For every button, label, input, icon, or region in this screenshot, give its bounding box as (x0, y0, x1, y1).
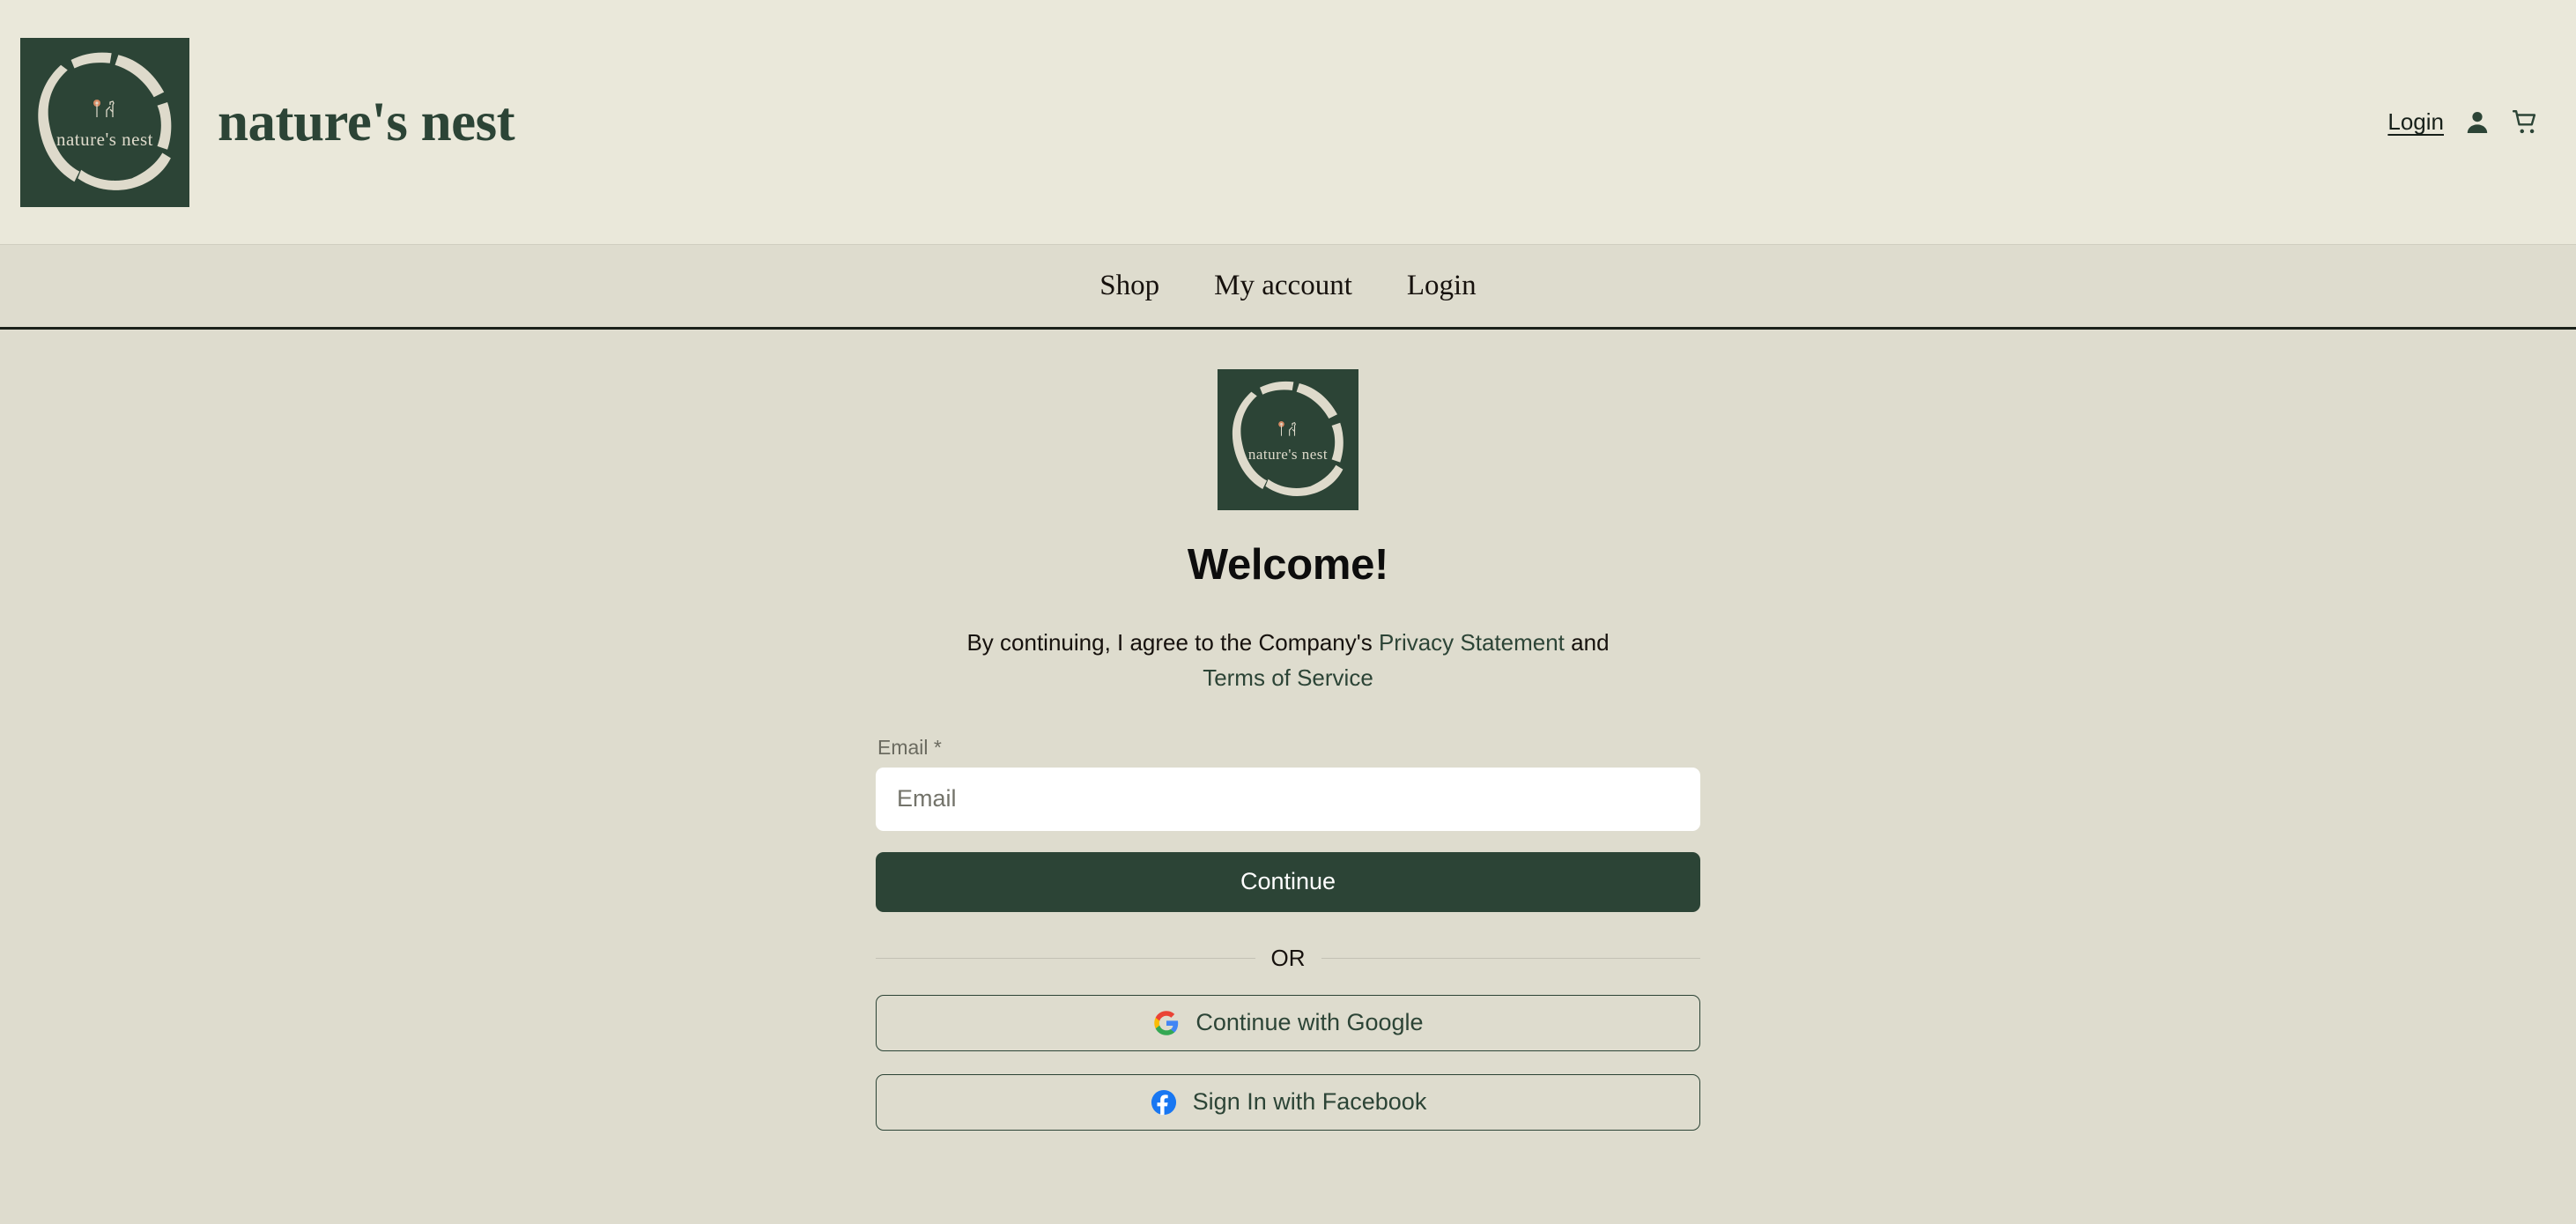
sign-in-with-facebook-button[interactable]: Sign In with Facebook (876, 1073, 1700, 1131)
header-login-link[interactable]: Login (2387, 108, 2444, 136)
facebook-f-icon (1150, 1088, 1178, 1116)
person-icon[interactable] (2463, 108, 2491, 137)
facebook-button-label: Sign In with Facebook (1192, 1088, 1427, 1116)
google-g-icon (1152, 1009, 1181, 1037)
divider-line-right (1321, 957, 1700, 959)
legal-prefix: By continuing, I agree to the Company's (966, 629, 1379, 656)
nav-item-login[interactable]: Login (1402, 266, 1482, 306)
shopping-cart-icon[interactable] (2511, 108, 2541, 137)
auth-card: nature's nest Welcome! By continuing, I … (876, 369, 1700, 1131)
terms-of-service-link[interactable]: Terms of Service (1203, 664, 1373, 691)
legal-consent-text: By continuing, I agree to the Company's … (876, 625, 1700, 696)
auth-logo-wrap: nature's nest (876, 369, 1700, 510)
nav-item-my-account[interactable]: My account (1209, 266, 1358, 306)
continue-button[interactable]: Continue (876, 851, 1700, 912)
page-title: Welcome! (1187, 541, 1389, 589)
legal-conjunction: and (1564, 629, 1610, 656)
logo-brush-ring-icon (1232, 381, 1344, 497)
site-logo[interactable]: nature's nest (20, 37, 189, 207)
header-actions: Login (2387, 108, 2541, 137)
logo-brush-ring-icon (38, 52, 172, 190)
nav-item-shop[interactable]: Shop (1094, 266, 1165, 306)
brand-block[interactable]: nature's nest nature's nest (20, 37, 515, 207)
main-navigation: Shop My account Login (0, 245, 2576, 330)
continue-with-google-button[interactable]: Continue with Google (876, 994, 1700, 1051)
brand-name: nature's nest (218, 91, 515, 152)
divider-label: OR (1270, 944, 1306, 971)
auth-logo: nature's nest (1218, 369, 1358, 510)
main-content: nature's nest Welcome! By continuing, I … (0, 330, 2576, 1221)
or-divider: OR (876, 945, 1700, 972)
divider-line-left (876, 957, 1255, 959)
google-button-label: Continue with Google (1195, 1009, 1424, 1036)
email-input[interactable] (876, 767, 1700, 831)
site-header: nature's nest nature's nest Login (0, 0, 2576, 245)
privacy-statement-link[interactable]: Privacy Statement (1379, 629, 1565, 656)
email-field-label: Email * (877, 735, 942, 759)
